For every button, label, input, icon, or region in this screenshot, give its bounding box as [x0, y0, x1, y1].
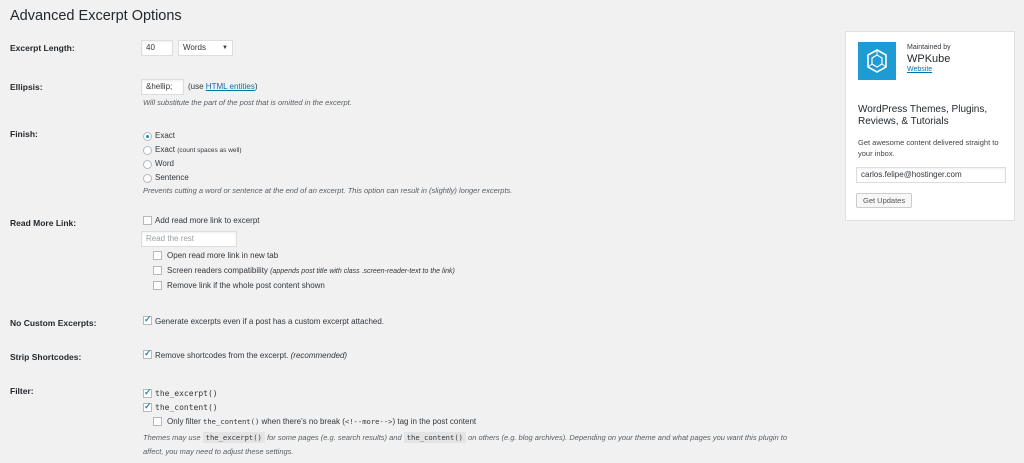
finish-description: Prevents cutting a word or sentence at t… [143, 186, 513, 195]
read-more-text-input[interactable]: Read the rest [141, 231, 237, 247]
no-custom-checkbox[interactable] [143, 314, 152, 325]
add-read-more-checkbox[interactable] [143, 216, 152, 225]
strip-shortcodes-label: Strip Shortcodes: [10, 352, 82, 362]
strip-option: Remove shortcodes from the excerpt. [155, 351, 289, 360]
desc-1: Themes may use [143, 433, 201, 442]
read-more-sub-checkbox[interactable] [153, 251, 162, 260]
ellipsis-label: Ellipsis: [10, 82, 43, 92]
finish-label: Finish: [10, 129, 38, 139]
unit-select-value: Words [183, 43, 206, 52]
read-more-sub-text: Remove link if the whole post content sh… [167, 281, 325, 290]
filter-content-text: the_content() [155, 403, 218, 412]
get-updates-button[interactable]: Get Updates [856, 193, 913, 208]
excerpt-length-input[interactable]: 40 [141, 40, 173, 56]
finish-option-text: Exact [155, 145, 176, 154]
ellipsis-description: Will substitute the part of the post tha… [143, 98, 352, 107]
desc-2: for some pages (e.g. search results) and [266, 433, 402, 442]
finish-option-label: Exact (count spaces as well) [155, 145, 242, 154]
read-more-sub-text: Open read more link in new tab [167, 251, 279, 260]
wpkube-logo-icon [858, 42, 896, 80]
finish-radio[interactable] [143, 132, 152, 141]
sidebar-heading: WordPress Themes, Plugins, Reviews, & Tu… [858, 104, 988, 127]
strip-shortcodes-checkbox[interactable] [143, 348, 152, 359]
filter-excerpt-checkbox[interactable] [143, 387, 152, 398]
finish-option-label: Word [155, 159, 174, 168]
finish-option-text: Sentence [155, 173, 189, 182]
strip-shortcodes-text: Remove shortcodes from the excerpt. (rec… [155, 351, 347, 360]
finish-option-text: Exact [155, 131, 176, 140]
read-more-sub-label: Open read more link in new tab [167, 251, 278, 260]
filter-excerpt-text: the_excerpt() [155, 389, 218, 398]
finish-option-label: Sentence [155, 173, 189, 182]
wpkube-sidebar-box: Maintained by WPKube Website WordPress T… [845, 31, 1015, 221]
filter-content-checkbox[interactable] [143, 401, 152, 412]
desc-code1: the_excerpt() [202, 432, 265, 443]
filter-label: Filter: [10, 386, 34, 396]
maintained-by-text: Maintained by [907, 44, 951, 51]
read-more-sub-checkbox[interactable] [153, 281, 162, 290]
finish-option-label: Exact [155, 131, 175, 140]
opt3-mid: when there's no break ( [261, 417, 345, 426]
hint-suffix: ) [254, 82, 258, 91]
filter-description-line1: Themes may use the_excerpt() for some pa… [143, 432, 788, 443]
opt3-code: the_content() [203, 417, 260, 426]
read-more-sub-checkbox[interactable] [153, 266, 162, 275]
read-more-label: Read More Link: [10, 218, 77, 228]
brand-name: WPKube [907, 53, 951, 65]
read-more-sub-text: Screen readers compatibility [167, 266, 268, 275]
excerpt-length-label: Excerpt Length: [10, 43, 75, 53]
website-link[interactable]: Website [907, 66, 932, 73]
ellipsis-input[interactable]: &hellip; [141, 79, 184, 95]
hint-prefix: (use [188, 82, 204, 91]
strip-note: (recommended) [290, 351, 348, 360]
finish-radio[interactable] [143, 160, 152, 169]
filter-description-line2: affect, you may need to adjust these set… [143, 447, 294, 456]
finish-option-note: (count spaces as well) [177, 147, 242, 154]
html-entities-hint: (use HTML entities) [188, 82, 258, 91]
finish-option-text: Word [155, 159, 174, 168]
opt3-pre: Only filter [167, 417, 201, 426]
filter-only-nobreak-text: Only filter the_content() when there's n… [167, 417, 476, 426]
no-custom-text: Generate excerpts even if a post has a c… [155, 317, 385, 326]
desc-code2: the_content() [403, 432, 466, 443]
sidebar-blurb: Get awesome content delivered straight t… [858, 138, 999, 158]
finish-radio[interactable] [143, 146, 152, 155]
filter-only-nobreak-checkbox[interactable] [153, 417, 162, 426]
email-input[interactable]: carlos.felipe@hostinger.com [856, 167, 1006, 183]
read-more-sub-label: Screen readers compatibility (appends po… [167, 266, 455, 275]
opt3-post: ) tag in the post content [392, 417, 477, 426]
page-title: Advanced Excerpt Options [10, 8, 182, 24]
add-read-more-text: Add read more link to excerpt [155, 216, 260, 225]
excerpt-length-unit-select[interactable]: Words ▼ [178, 40, 233, 56]
desc-3: on others (e.g. blog archives). Dependin… [468, 433, 788, 442]
finish-radio[interactable] [143, 174, 152, 183]
html-entities-link[interactable]: HTML entities [206, 82, 255, 91]
opt3-code2: <!--more--> [344, 417, 393, 426]
read-more-sub-label: Remove link if the whole post content sh… [167, 281, 325, 290]
read-more-sub-note: (appends post title with class .screen-r… [270, 268, 455, 275]
no-custom-label: No Custom Excerpts: [10, 318, 97, 328]
chevron-down-icon: ▼ [222, 45, 228, 51]
